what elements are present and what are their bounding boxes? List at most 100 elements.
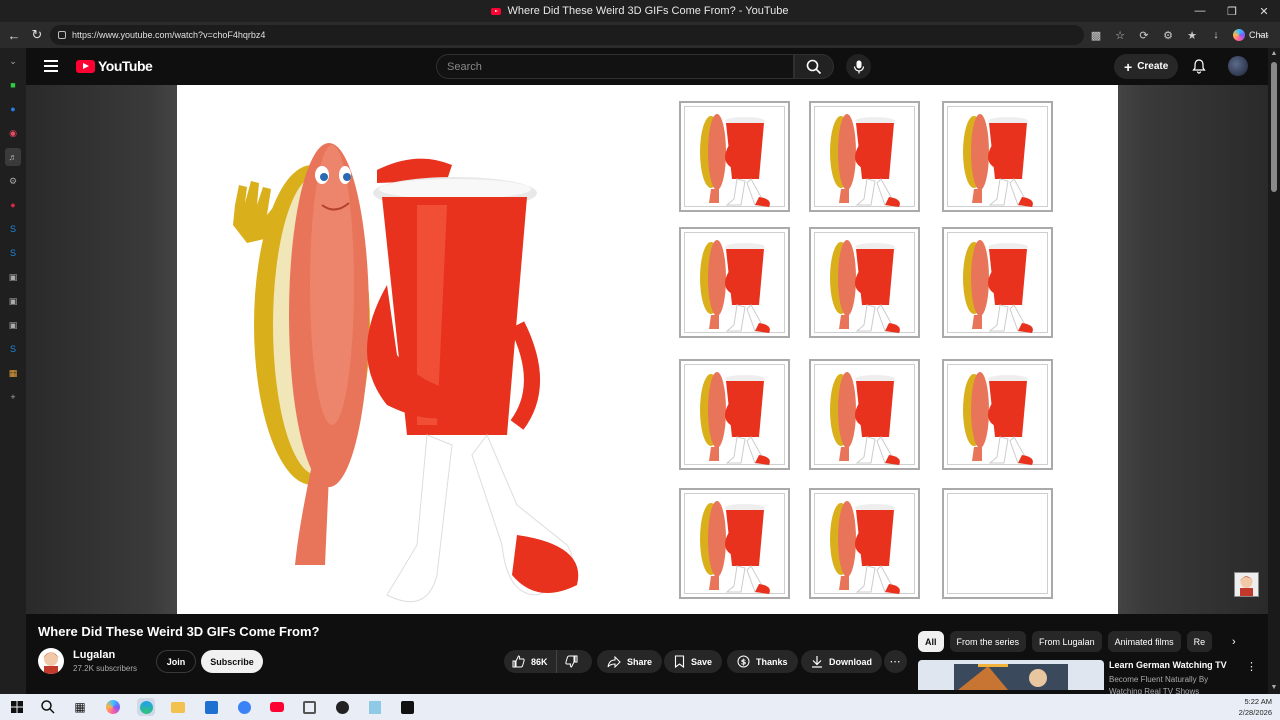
save-label: Save [691,656,713,667]
favorites-icon[interactable]: ☆ [1110,25,1130,45]
clock-date: 2/28/2026 [1238,708,1272,717]
system-clock[interactable]: 5:22 AM 2/28/2026 [1239,696,1272,718]
channel-watermark-icon[interactable] [1234,572,1259,597]
address-row: ← ↻ https://www.youtube.com/watch?v=choF… [0,22,1280,48]
thumbs-up-icon [512,655,525,668]
app-icon[interactable]: ▣ [5,292,21,310]
circle-icon[interactable]: ● [5,100,21,118]
more-actions-button[interactable]: ⋯ [884,650,907,673]
extension-icon[interactable]: ▩ [1086,25,1106,45]
app-icon[interactable] [300,698,318,716]
hamburger-menu-icon[interactable] [44,60,58,72]
chip-animated-films[interactable]: Animated films [1107,631,1181,652]
chevron-right-icon[interactable]: › [1232,636,1236,648]
video-frame[interactable] [177,85,1118,614]
performance-icon[interactable]: ⚙ [1158,25,1178,45]
office-icon[interactable]: ▦ [5,364,21,382]
maximize-button[interactable]: ❐ [1216,0,1248,22]
recommendation-subtitle: Become Fluent Naturally By Watching Real… [1109,675,1209,694]
tab-title: Where Did These Weird 3D GIFs Come From?… [507,5,789,17]
chip-all[interactable]: All [918,631,944,652]
downloads-icon[interactable]: ↓ [1206,25,1226,45]
refresh-extension-icon[interactable]: ⟳ [1134,25,1154,45]
scrollbar-thumb[interactable] [1271,62,1277,192]
youtube-app-icon[interactable] [268,698,286,716]
recommendation-thumbnail[interactable] [918,660,1104,690]
subscribe-button[interactable]: Subscribe [201,650,263,673]
capcut-icon[interactable] [398,698,416,716]
settings-app-icon[interactable] [235,698,253,716]
thanks-icon: $ [737,655,750,668]
app-icon[interactable]: ● [5,196,21,214]
share-button[interactable]: Share [597,650,663,673]
search-icon[interactable] [39,698,57,716]
store-icon[interactable] [202,698,220,716]
share-label: Share [627,656,653,667]
file-explorer-icon[interactable] [169,698,187,716]
scroll-up-icon[interactable]: ▲ [1270,50,1278,58]
copilot-chat-button[interactable]: Chat [1227,25,1274,45]
app-icon[interactable]: S [5,244,21,262]
page-scrollbar[interactable]: ▲ ▼ [1268,48,1280,694]
search-input[interactable]: Search [436,54,794,79]
video-player[interactable] [26,85,1268,614]
chevron-down-icon[interactable]: ⌄ [5,52,21,70]
skype-icon[interactable]: S [5,220,21,238]
mini-figure [830,114,900,207]
youtube-logo[interactable]: YouTube [76,58,153,74]
record-icon[interactable]: ◉ [5,124,21,142]
like-button[interactable]: 86K [504,650,557,673]
search-button[interactable] [794,54,834,79]
browser-sidebar: ⌄ ■ ● ◉ ♬ ⚙ ● S S ▣ ▣ ▣ S ▦ + [0,48,26,694]
download-button[interactable]: Download [801,650,882,673]
mini-figure [700,501,770,594]
recommendation-more-icon[interactable]: ⋮ [1246,660,1257,673]
mini-figure [963,240,1033,333]
obs-icon[interactable] [333,698,351,716]
mini-figure [963,372,1033,465]
speaker-icon[interactable]: ♬ [5,148,21,166]
site-info-icon[interactable] [58,31,66,39]
notepad-icon[interactable] [366,698,384,716]
windows-start-icon[interactable] [8,698,26,716]
youtube-header: YouTube Search + Create [26,48,1268,85]
channel-name[interactable]: Lugalan [73,649,115,661]
search-placeholder: Search [447,60,482,73]
url-bar[interactable]: https://www.youtube.com/watch?v=choF4hqr… [50,25,1084,45]
like-dislike-group: 86K [504,650,592,673]
chip-from-channel[interactable]: From Lugalan [1032,631,1102,652]
collections-icon[interactable]: ★ [1182,25,1202,45]
back-arrow-icon[interactable]: ← [2,23,26,47]
app-icon[interactable]: ▣ [5,316,21,334]
thanks-button[interactable]: $ Thanks [727,650,798,673]
chip-from-series[interactable]: From the series [949,631,1027,652]
scroll-down-icon[interactable]: ▼ [1270,684,1278,692]
logo-text: YouTube [98,58,153,74]
create-label: Create [1137,61,1169,72]
recommendation-title[interactable]: Learn German Watching TV [1109,660,1227,670]
gear-icon[interactable]: ⚙ [5,172,21,190]
search-icon [806,59,822,74]
copilot-icon[interactable] [104,698,122,716]
minimize-button[interactable]: — [1184,0,1216,22]
join-button[interactable]: Join [156,650,196,673]
plus-icon[interactable]: + [5,388,21,406]
refresh-icon[interactable]: ↻ [25,23,49,47]
skype-icon[interactable]: S [5,340,21,358]
chip-related[interactable]: Re [1186,631,1213,652]
dislike-button[interactable] [557,650,586,673]
user-avatar[interactable] [1228,56,1248,76]
notifications-bell-icon[interactable] [1190,57,1208,75]
app-icon[interactable]: ▣ [5,268,21,286]
save-button[interactable]: Save [664,650,723,673]
create-button[interactable]: + Create [1114,54,1179,79]
youtube-play-icon [76,59,95,73]
green-app-icon[interactable]: ■ [5,76,21,94]
gif-frames-figures [700,114,1033,594]
edge-browser-icon[interactable] [137,698,155,716]
url-text: https://www.youtube.com/watch?v=choF4hqr… [72,30,266,40]
channel-avatar[interactable] [38,648,64,674]
voice-search-button[interactable] [846,54,871,79]
task-view-icon[interactable]: ▦ [71,698,89,716]
close-window-button[interactable]: ✕ [1248,0,1280,22]
